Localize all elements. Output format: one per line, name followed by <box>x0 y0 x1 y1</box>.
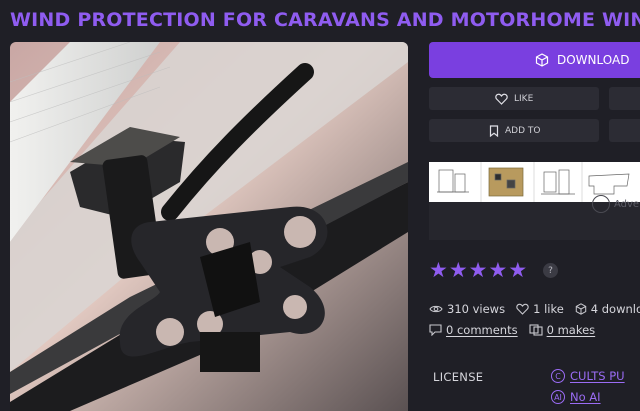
star-icon[interactable]: ★ <box>508 259 527 281</box>
downloads-stat: 4 downloads <box>575 302 640 316</box>
download-button[interactable]: DOWNLOAD <box>429 42 640 78</box>
copyright-icon: C <box>551 369 565 383</box>
heart-icon <box>495 93 508 105</box>
heart-icon <box>516 303 529 315</box>
cube-icon <box>575 303 587 315</box>
like-label: LIKE <box>514 93 534 104</box>
eye-icon <box>429 304 443 314</box>
bookmark-icon <box>489 124 499 137</box>
makes-link[interactable]: 0 makes <box>547 323 596 337</box>
license-ai-row[interactable]: AI No AI <box>551 390 601 404</box>
license-name-link[interactable]: CULTS PU <box>570 369 625 383</box>
ad-label: Advertis <box>592 195 640 213</box>
like-button[interactable]: LIKE <box>429 87 599 110</box>
star-icon[interactable]: ★ <box>429 259 448 281</box>
secondary-action-button[interactable] <box>609 87 640 110</box>
download-label: DOWNLOAD <box>557 53 630 67</box>
star-icon[interactable]: ★ <box>469 259 488 281</box>
makes-stat[interactable]: 0 makes <box>529 323 596 337</box>
makes-icon <box>529 324 543 336</box>
page-title: WIND PROTECTION FOR CARAVANS AND MOTORHO… <box>10 9 640 31</box>
product-image <box>10 42 408 411</box>
rating-help-icon[interactable]: ? <box>543 263 558 278</box>
views-stat: 310 views <box>429 302 505 316</box>
views-count: 310 views <box>447 302 506 316</box>
ai-icon: AI <box>551 390 565 404</box>
likes-stat: 1 like <box>516 302 564 316</box>
comments-link[interactable]: 0 comments <box>446 323 518 337</box>
product-photo[interactable] <box>10 42 408 411</box>
star-icon[interactable]: ★ <box>488 259 507 281</box>
engagement-row: 0 comments 0 makes <box>429 323 606 337</box>
stats-row: 310 views 1 like 4 downloads <box>429 302 640 316</box>
add-to-label: ADD TO <box>505 125 541 136</box>
comments-stat[interactable]: 0 comments <box>429 323 518 337</box>
likes-count: 1 like <box>533 302 564 316</box>
star-icon[interactable]: ★ <box>449 259 468 281</box>
secondary-add-button[interactable] <box>609 119 640 142</box>
license-ai-link[interactable]: No AI <box>570 390 601 404</box>
ad-label-text: Advertis <box>614 199 640 210</box>
cube-icon <box>535 53 549 67</box>
add-to-button[interactable]: ADD TO <box>429 119 599 142</box>
license-name-row[interactable]: C CULTS PU <box>551 369 625 383</box>
license-label: LICENSE <box>433 370 484 384</box>
rating-stars[interactable]: ★ ★ ★ ★ ★ <box>429 259 527 281</box>
downloads-count: 4 downloads <box>590 302 640 316</box>
ad-badge-icon <box>592 195 610 213</box>
comment-icon <box>429 324 442 336</box>
